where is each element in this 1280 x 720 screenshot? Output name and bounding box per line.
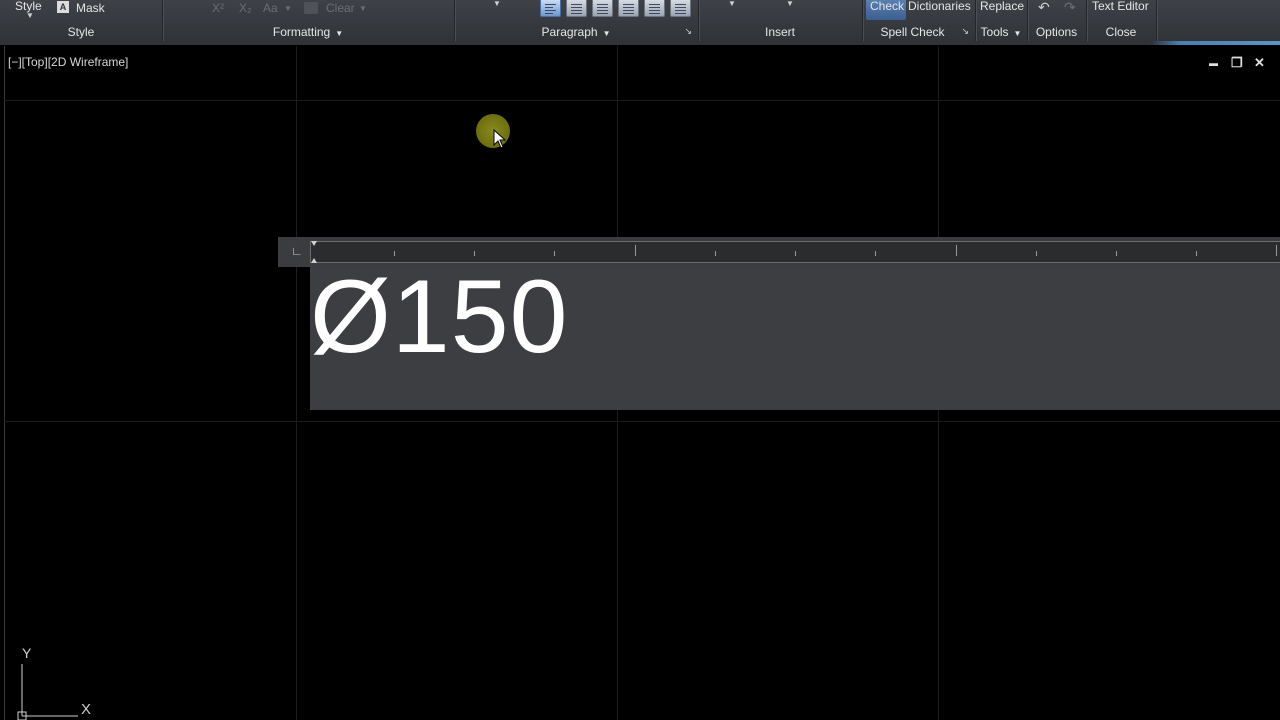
symbol-dropdown-arrow[interactable]: ▼ <box>786 0 794 8</box>
close-text-editor-button[interactable]: Text Editor <box>1092 0 1149 13</box>
text-edit-area[interactable]: Ø150 <box>310 265 1280 410</box>
ruler-tick <box>1196 251 1197 256</box>
spell-check-panel: Check Dictionaries Spell Check ↘ <box>862 0 976 42</box>
replace-button[interactable]: Replace <box>980 0 1024 13</box>
justify-button[interactable] <box>618 0 639 17</box>
viewport-border <box>4 46 5 720</box>
spell-check-panel-title: Spell Check <box>880 25 945 39</box>
ruler-tick <box>1116 251 1117 256</box>
tools-panel: Replace Tools ▼ <box>975 0 1028 42</box>
paragraph-panel: ▼ Paragraph ▼ ↘ <box>454 0 699 42</box>
paragraph-dropdown-arrow[interactable]: ▼ <box>493 0 501 8</box>
ruler-tick <box>394 251 395 256</box>
viewport-controls-label[interactable]: [−][Top][2D Wireframe] <box>8 55 128 69</box>
viewport-minimize-button[interactable]: ▬ <box>1209 58 1218 68</box>
spell-check-launcher-icon[interactable]: ↘ <box>961 26 969 37</box>
formatting-panel: X² X₂ Aa ▼ Clear ▼ Formatting ▼ <box>162 0 455 42</box>
ribbon-bottom-strip <box>0 41 1280 45</box>
indent-marker[interactable] <box>311 241 317 246</box>
line-spacing-button[interactable] <box>670 0 691 17</box>
cursor-arrow-icon <box>493 129 507 149</box>
ruler-tick <box>956 245 957 256</box>
options-panel-title[interactable]: Options <box>1027 25 1086 39</box>
ruler-tick <box>474 251 475 256</box>
ruler-tick <box>635 245 636 256</box>
check-button[interactable]: Check <box>870 0 904 13</box>
style-panel: Style ▼ A Mask Style <box>0 0 163 42</box>
ruler-tick <box>715 251 716 256</box>
superscript-button[interactable]: X² <box>212 1 224 15</box>
dictionaries-button[interactable]: Dictionaries <box>908 0 971 13</box>
ucs-x-label: X <box>81 701 92 718</box>
ruler-tick <box>1036 251 1037 256</box>
tools-expand-icon[interactable]: ▼ <box>1014 29 1022 38</box>
style-panel-title: Style <box>67 25 95 39</box>
formatting-panel-title[interactable]: Formatting <box>273 25 330 39</box>
viewport-close-button[interactable]: ✕ <box>1254 55 1265 71</box>
viewport-restore-button[interactable]: ❐ <box>1231 55 1243 71</box>
grid-line <box>4 100 1280 101</box>
clear-dropdown-arrow[interactable]: ▼ <box>359 4 367 13</box>
ruler-corner-icon[interactable]: ∟ <box>291 244 303 258</box>
paragraph-panel-title[interactable]: Paragraph <box>542 25 598 39</box>
align-right-button[interactable] <box>592 0 613 17</box>
change-case-button[interactable]: Aa <box>263 1 278 15</box>
case-dropdown-arrow[interactable]: ▼ <box>284 4 292 13</box>
formatting-expand-icon[interactable]: ▼ <box>335 29 343 38</box>
mask-button[interactable]: Mask <box>76 1 105 15</box>
paragraph-launcher-icon[interactable]: ↘ <box>684 26 692 37</box>
grid-line <box>296 46 297 720</box>
align-left-button[interactable] <box>540 0 561 17</box>
distribute-button[interactable] <box>644 0 665 17</box>
undo-icon[interactable]: ↶ <box>1038 0 1050 16</box>
tools-panel-title[interactable]: Tools <box>981 25 1009 39</box>
insert-panel: ▼ ▼ Insert <box>698 0 863 42</box>
mtext-content[interactable]: Ø150 <box>310 265 568 369</box>
ruler-tick <box>875 251 876 256</box>
options-panel: ↶ ↷ Options <box>1027 0 1087 42</box>
style-dropdown-arrow[interactable]: ▼ <box>26 11 34 20</box>
redo-icon[interactable]: ↷ <box>1064 0 1076 16</box>
mask-icon[interactable]: A <box>57 1 69 13</box>
ruler-tick <box>1276 245 1277 256</box>
close-panel: Text Editor Close <box>1086 0 1157 42</box>
ucs-y-label: Y <box>22 645 32 661</box>
subscript-button[interactable]: X₂ <box>239 1 252 15</box>
align-center-button[interactable] <box>566 0 587 17</box>
ribbon: Style ▼ A Mask Style X² X₂ Aa ▼ Clear ▼ … <box>0 0 1280 45</box>
insert-panel-title: Insert <box>764 25 795 39</box>
columns-dropdown-arrow[interactable]: ▼ <box>728 0 736 8</box>
clear-icon <box>304 2 318 14</box>
grid-line <box>4 421 1280 422</box>
close-panel-title: Close <box>1105 25 1137 39</box>
ruler-tick <box>554 251 555 256</box>
paragraph-expand-icon[interactable]: ▼ <box>603 29 611 38</box>
clear-button[interactable]: Clear <box>326 1 355 15</box>
ruler-tick <box>795 251 796 256</box>
